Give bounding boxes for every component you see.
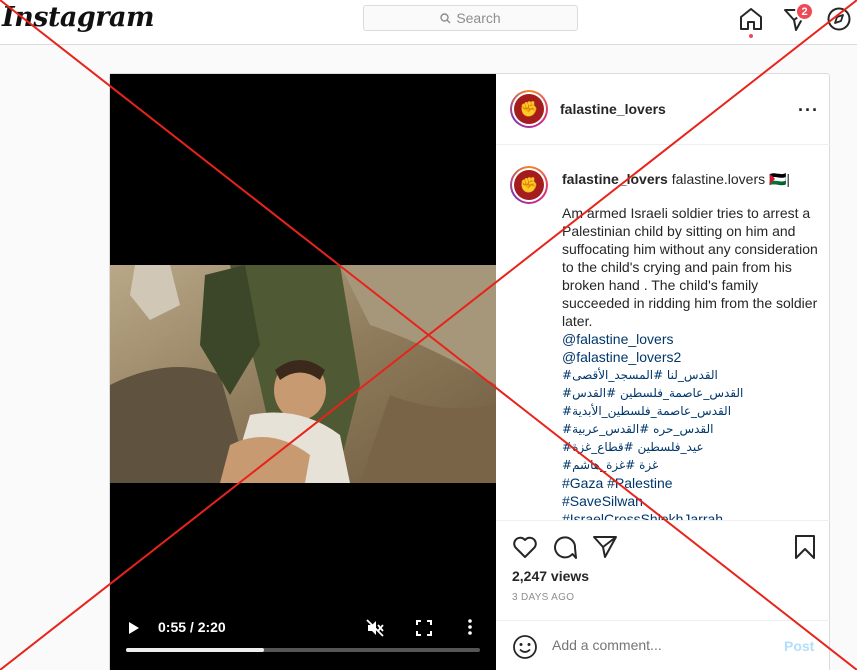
hashtag-link[interactable]: #SaveSilwan [562,492,824,510]
comment-input[interactable] [552,637,762,653]
search-input[interactable]: Search [363,5,578,31]
more-options-icon[interactable]: ··· [798,100,819,121]
hashtag-link[interactable]: #القدس_لنا #المسجد_الأقصى [562,366,824,384]
post-timestamp[interactable]: 3 DAYS AGO [512,592,574,603]
hashtag-link[interactable]: #القدس_عاصمة_فلسطين_الأبدية [562,402,824,420]
post-username[interactable]: falastine_lovers [560,101,666,117]
hashtag-link[interactable]: #غزة #غزة_هاشم [562,456,824,474]
video-frame [110,265,496,483]
emoji-icon[interactable] [512,634,538,660]
search-placeholder: Search [456,10,501,26]
caption-profile-name: falastine.lovers 🇵🇸| [671,171,791,187]
video-progress-bar[interactable] [126,648,480,652]
video-time: 0:55 / 2:20 [158,619,226,635]
views-count[interactable]: 2,247 views [512,568,589,584]
post-header: ✊ falastine_lovers ··· [496,74,830,145]
hashtag-link[interactable]: #Gaza #Palestine [562,474,824,492]
hashtag-link[interactable]: #القدس_حره #القدس_عربية [562,420,824,438]
caption-avatar[interactable]: ✊ [510,166,548,204]
post-card: 0:55 / 2:20 ✊ falastine_lovers ··· ✊ fal… [109,73,830,670]
avatar[interactable]: ✊ [510,90,548,128]
top-nav: Instagram Search 2 [0,0,857,45]
video-more-icon[interactable] [468,619,472,635]
home-active-dot [749,34,753,38]
direct-badge: 2 [795,2,814,21]
post-video[interactable]: 0:55 / 2:20 [110,74,496,670]
video-controls: 0:55 / 2:20 [110,609,496,659]
mention-link[interactable]: @falastine_lovers2 [562,348,824,366]
comment-icon[interactable] [552,535,578,561]
video-frame-image [110,265,496,483]
play-icon[interactable] [128,621,140,635]
caption-username[interactable]: falastine_lovers [562,171,668,187]
mute-icon[interactable] [366,619,384,637]
fist-icon: ✊ [514,170,544,200]
home-icon[interactable] [738,6,764,32]
comment-box: Post [496,620,830,670]
fist-icon: ✊ [514,94,544,124]
instagram-logo[interactable]: Instagram [2,2,155,33]
caption-header: falastine_lovers falastine.lovers 🇵🇸| [562,171,790,188]
video-progress-fill [126,648,265,652]
search-icon [440,12,451,23]
explore-icon[interactable] [826,6,852,32]
post-comment-button[interactable]: Post [784,638,814,654]
bookmark-icon[interactable] [794,534,816,560]
like-icon[interactable] [512,535,538,559]
mention-link[interactable]: @falastine_lovers [562,330,824,348]
fullscreen-icon[interactable] [416,620,432,636]
caption-area: ✊ falastine_lovers falastine.lovers 🇵🇸| … [496,145,830,521]
post-actions [496,521,830,575]
hashtag-link[interactable]: #القدس_عاصمة_فلسطين #القدس [562,384,824,402]
hashtag-link[interactable]: #IsraelCrossShiekhJarrah [562,510,824,520]
post-sidebar: ✊ falastine_lovers ··· ✊ falastine_lover… [496,74,830,670]
hashtag-link[interactable]: #عيد_فلسطين #قطاع_غزة [562,438,824,456]
caption-text: Am armed Israeli soldier tries to arrest… [562,205,818,329]
share-icon[interactable] [592,534,618,560]
caption-body: Am armed Israeli soldier tries to arrest… [562,204,824,520]
